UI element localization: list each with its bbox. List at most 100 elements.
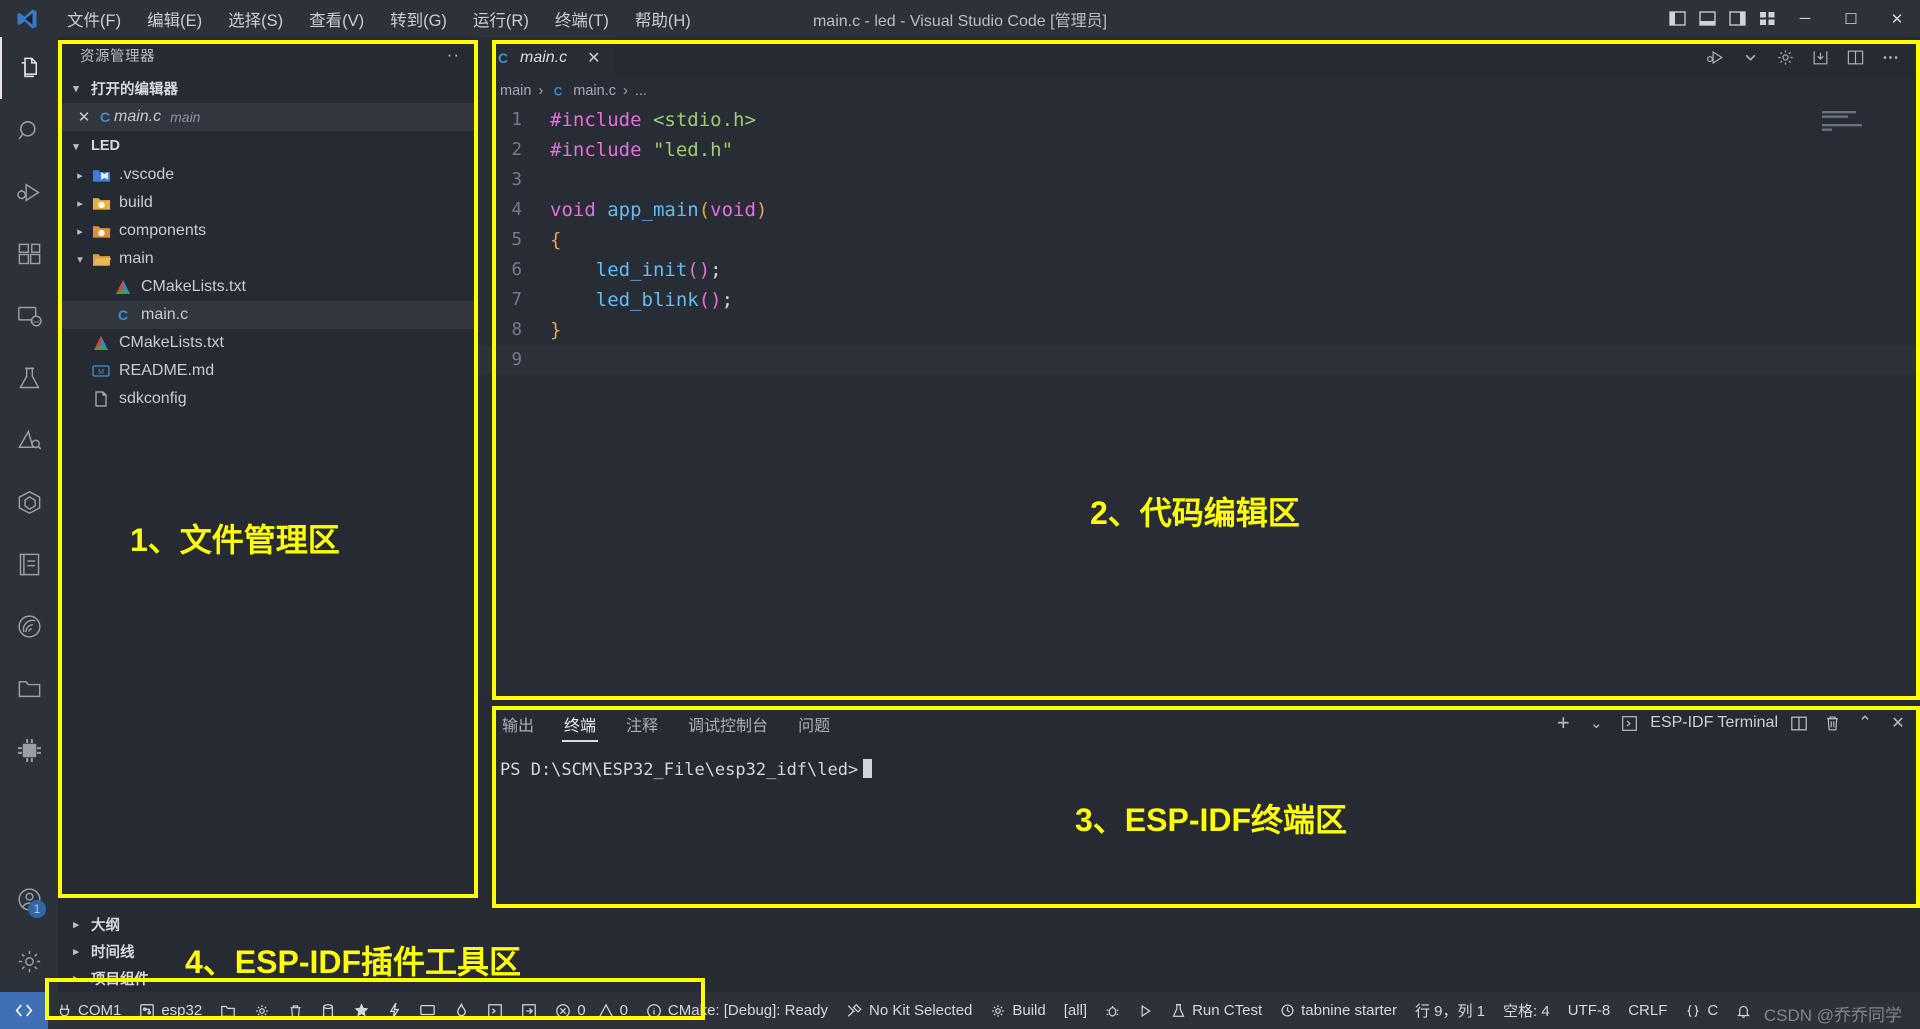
status-tabnine-starter[interactable]: tabnine starter bbox=[1271, 992, 1406, 1029]
activity-live-share-icon[interactable] bbox=[0, 595, 58, 657]
status-utf-8[interactable]: UTF-8 bbox=[1559, 992, 1620, 1029]
new-terminal-icon[interactable]: + bbox=[1551, 708, 1575, 738]
activity-remote-explorer-icon[interactable]: >< bbox=[0, 285, 58, 347]
close-panel-icon[interactable]: ✕ bbox=[1886, 708, 1910, 738]
tab-main-c[interactable]: C main.c ✕ bbox=[478, 37, 615, 77]
section-project-led[interactable]: ▾ LED bbox=[58, 131, 478, 161]
tree-item-readme-md[interactable]: M README.md bbox=[58, 357, 478, 385]
code-line[interactable]: 2 #include "led.h" bbox=[478, 135, 1920, 165]
maximize-panel-icon[interactable]: ⌃ bbox=[1853, 708, 1877, 738]
breadcrumb[interactable]: main › C main.c › ... bbox=[478, 77, 1920, 105]
activity-package-cube-icon[interactable] bbox=[0, 471, 58, 533]
flash-download-icon[interactable] bbox=[1804, 41, 1836, 73]
status-build[interactable]: Build bbox=[981, 992, 1054, 1029]
activity-esp-idf-icon[interactable] bbox=[0, 409, 58, 471]
activity-extensions-icon[interactable] bbox=[0, 223, 58, 285]
menu-selection[interactable]: 选择(S) bbox=[215, 3, 296, 35]
status-star[interactable] bbox=[344, 992, 379, 1029]
status-gear[interactable] bbox=[245, 992, 279, 1029]
code-line[interactable]: 8} bbox=[478, 315, 1920, 345]
activity-explorer-files-icon[interactable] bbox=[0, 37, 58, 99]
menu-go[interactable]: 转到(G) bbox=[377, 3, 460, 35]
chevron-right-icon[interactable]: ▸ bbox=[70, 197, 90, 210]
code-line[interactable]: 3 bbox=[478, 165, 1920, 195]
tree-item-main-c[interactable]: Cmain.c bbox=[58, 301, 478, 329]
status-terminal[interactable] bbox=[478, 992, 512, 1029]
status-9-1[interactable]: 行 9，列 1 bbox=[1406, 992, 1494, 1029]
status-monitor[interactable] bbox=[410, 992, 445, 1029]
activity-search-icon[interactable] bbox=[0, 99, 58, 161]
status-c[interactable]: C bbox=[1676, 992, 1727, 1029]
tree-item--vscode[interactable]: ▸ .vscode bbox=[58, 161, 478, 189]
close-button[interactable]: ✕ bbox=[1874, 0, 1920, 37]
code-line[interactable]: 4 void app_main(void) bbox=[478, 195, 1920, 225]
chevron-down-icon[interactable] bbox=[1734, 41, 1766, 73]
panel-tab-output[interactable]: 输出 bbox=[500, 704, 536, 742]
split-terminal-icon[interactable] bbox=[1787, 708, 1811, 738]
tree-item-components[interactable]: ▸ components bbox=[58, 217, 478, 245]
sidebar-item-project-components[interactable]: ▸ 项目组件 bbox=[58, 965, 478, 992]
menu-file[interactable]: 文件(F) bbox=[54, 3, 134, 35]
status-play[interactable] bbox=[1129, 992, 1162, 1029]
menu-run[interactable]: 运行(R) bbox=[460, 3, 542, 35]
menu-terminal[interactable]: 终端(T) bbox=[542, 3, 622, 35]
panel-tab-comments[interactable]: 注释 bbox=[624, 704, 660, 742]
panel-tab-debug-console[interactable]: 调试控制台 bbox=[686, 704, 770, 742]
sidebar-item-outline[interactable]: ▸ 大纲 bbox=[58, 911, 478, 938]
status-4[interactable]: 空格: 4 bbox=[1494, 992, 1559, 1029]
breadcrumb-symbol[interactable]: ... bbox=[635, 83, 647, 99]
open-editor-item[interactable]: ✕ C main.c main bbox=[58, 103, 478, 131]
status-export[interactable] bbox=[512, 992, 546, 1029]
code-line[interactable]: 1 #include <stdio.h> bbox=[478, 105, 1920, 135]
status-crlf[interactable]: CRLF bbox=[1619, 992, 1676, 1029]
chevron-down-icon[interactable]: ▾ bbox=[70, 253, 90, 266]
activity-run-and-debug-icon[interactable] bbox=[0, 161, 58, 223]
toggle-secondary-sidebar-icon[interactable] bbox=[1722, 0, 1752, 37]
chevron-right-icon[interactable]: ▸ bbox=[70, 169, 90, 182]
tree-item-sdkconfig[interactable]: sdkconfig bbox=[58, 385, 478, 413]
status-cmake-debug-ready[interactable]: CMake: [Debug]: Ready bbox=[637, 992, 837, 1029]
activity-folder-icon[interactable] bbox=[0, 657, 58, 719]
activity-settings-gear-icon[interactable] bbox=[0, 930, 58, 992]
code-line[interactable]: 9 bbox=[478, 345, 1920, 375]
status-debug[interactable] bbox=[1096, 992, 1129, 1029]
remote-window-icon[interactable] bbox=[0, 992, 48, 1029]
code-line[interactable]: 5{ bbox=[478, 225, 1920, 255]
minimize-button[interactable]: ─ bbox=[1782, 0, 1828, 37]
status-problems[interactable]: 0 0 bbox=[546, 992, 637, 1029]
status-all[interactable]: [all] bbox=[1055, 992, 1096, 1029]
panel-tab-terminal[interactable]: 终端 bbox=[562, 704, 598, 742]
activity-accounts-icon[interactable]: 1 bbox=[0, 868, 58, 930]
status-flame[interactable] bbox=[445, 992, 478, 1029]
chevron-right-icon[interactable]: ▸ bbox=[70, 225, 90, 238]
status-trash[interactable] bbox=[279, 992, 312, 1029]
window-controls[interactable]: ─ ☐ ✕ bbox=[1662, 0, 1920, 37]
code-content[interactable]: 1 #include <stdio.h> 2 #include "led.h" 3 4 vo… bbox=[478, 105, 1920, 375]
close-icon[interactable]: ✕ bbox=[72, 108, 96, 126]
minimap[interactable] bbox=[1820, 109, 1900, 139]
split-editor-icon[interactable] bbox=[1839, 41, 1871, 73]
menu-bar[interactable]: 文件(F) 编辑(E) 选择(S) 查看(V) 转到(G) 运行(R) 终端(T… bbox=[54, 3, 704, 35]
tree-item-main[interactable]: ▾ main bbox=[58, 245, 478, 273]
sidebar-item-timeline[interactable]: ▸ 时间线 bbox=[58, 938, 478, 965]
menu-help[interactable]: 帮助(H) bbox=[622, 3, 704, 35]
tree-item-cmakelists-txt[interactable]: CMakeLists.txt bbox=[58, 273, 478, 301]
toggle-primary-sidebar-icon[interactable] bbox=[1662, 0, 1692, 37]
activity-testing-flask-icon[interactable] bbox=[0, 347, 58, 409]
toggle-panel-icon[interactable] bbox=[1692, 0, 1722, 37]
status-database[interactable] bbox=[312, 992, 344, 1029]
maximize-button[interactable]: ☐ bbox=[1828, 0, 1874, 37]
customize-layout-icon[interactable] bbox=[1752, 0, 1782, 37]
chevron-down-icon[interactable]: ⌄ bbox=[1584, 708, 1608, 738]
breadcrumb-folder[interactable]: main bbox=[500, 83, 531, 99]
status-bell[interactable] bbox=[1727, 992, 1760, 1029]
kill-terminal-trash-icon[interactable] bbox=[1820, 708, 1844, 738]
sidebar-more-actions-icon[interactable]: ·· bbox=[447, 45, 460, 65]
section-open-editors[interactable]: ▾ 打开的编辑器 bbox=[58, 73, 478, 103]
panel-tab-problems[interactable]: 问题 bbox=[796, 704, 832, 742]
menu-edit[interactable]: 编辑(E) bbox=[134, 3, 215, 35]
terminal-output[interactable]: PS D:\SCM\ESP32_File\esp32_idf\led> bbox=[478, 743, 1920, 780]
gear-icon[interactable] bbox=[1769, 41, 1801, 73]
status-folder-open[interactable] bbox=[211, 992, 245, 1029]
menu-view[interactable]: 查看(V) bbox=[296, 3, 377, 35]
